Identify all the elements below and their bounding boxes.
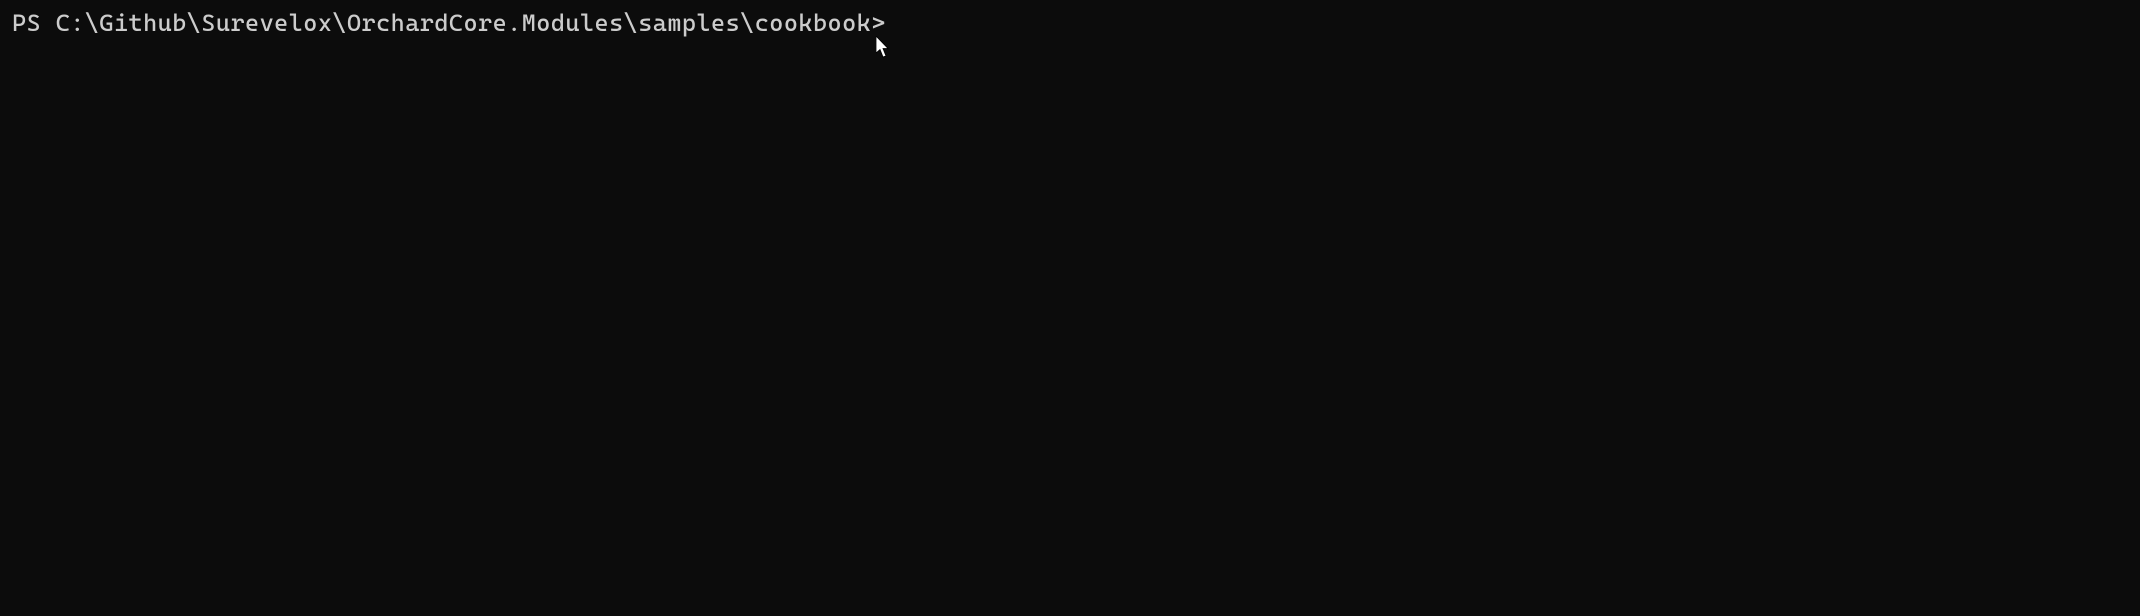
mouse-cursor-icon — [876, 36, 892, 60]
command-input[interactable] — [900, 9, 2128, 37]
prompt-line: PS C:\Github\Surevelox\OrchardCore.Modul… — [12, 8, 2128, 39]
terminal-window[interactable]: PS C:\Github\Surevelox\OrchardCore.Modul… — [0, 0, 2140, 616]
prompt-suffix: > — [871, 8, 900, 39]
prompt-prefix: PS — [12, 8, 56, 39]
prompt-path: C:\Github\Surevelox\OrchardCore.Modules\… — [56, 8, 872, 39]
